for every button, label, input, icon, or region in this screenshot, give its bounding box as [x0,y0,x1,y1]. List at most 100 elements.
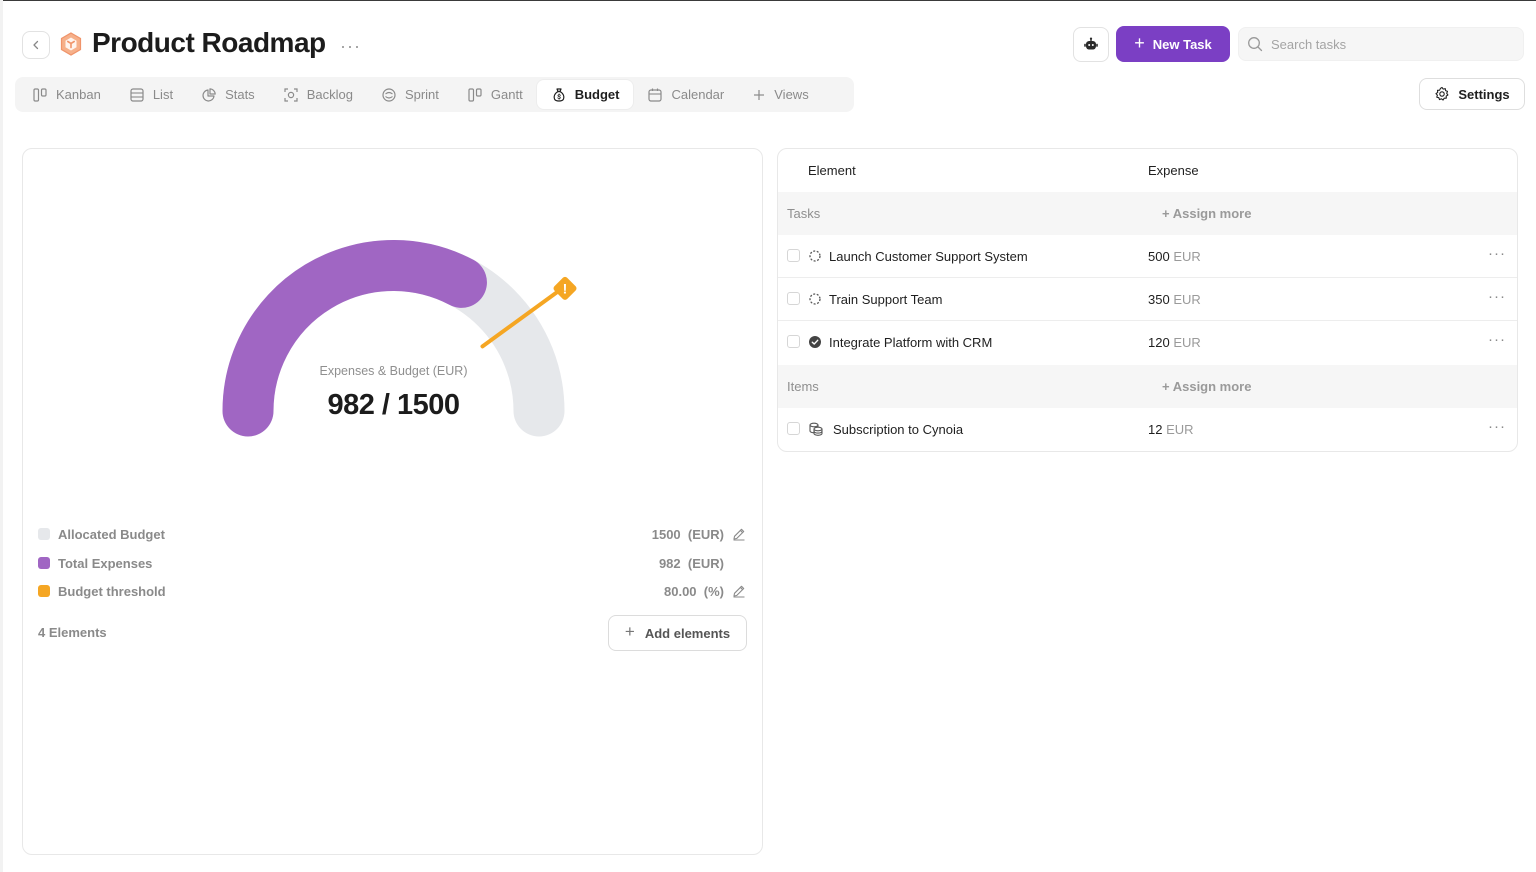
expense-amount: 12 EUR [1148,422,1194,437]
expense-amount: 500 EUR [1148,249,1201,264]
ai-assistant-button[interactable] [1073,27,1109,62]
table-row[interactable]: Launch Customer Support System 500 EUR ·… [778,235,1517,278]
group-row-tasks: Tasks + Assign more [778,192,1517,235]
done-check-icon [809,336,821,348]
settings-button[interactable]: Settings [1419,78,1525,110]
tab-label: List [152,87,174,102]
group-name: Tasks [787,206,821,221]
add-elements-button[interactable]: + Add elements [608,615,747,651]
gauge-label: Expenses & Budget (EUR) [319,364,468,378]
new-task-button[interactable]: + New Task [1116,26,1230,62]
plus-icon: + [624,622,635,641]
legend-value: 80.00 (%) [664,583,724,599]
title-more-options[interactable]: ··· [340,36,361,57]
expense-amount: 120 EUR [1148,335,1201,350]
expense-table: Element Expense Tasks + Assign more Laun… [777,148,1518,452]
row-checkbox[interactable] [787,422,800,435]
settings-label: Settings [1458,86,1510,102]
expense-amount: 350 EUR [1148,292,1201,307]
search-input[interactable] [1271,36,1511,52]
money-bag-icon [553,87,565,102]
pencil-icon [733,585,745,598]
project-logo-icon [60,32,82,56]
threshold-swatch [38,585,50,597]
in-progress-status-icon [809,293,821,305]
window-top-border [0,0,1536,1]
element-name: Train Support Team [829,292,943,307]
tab-label: Views [774,87,809,102]
tab-label: Stats [225,87,255,102]
tab-sprint[interactable]: Sprint [367,80,453,109]
gantt-icon [468,87,482,102]
column-header-element: Element [808,163,856,178]
search-icon [1248,37,1263,52]
tab-backlog[interactable]: Backlog [269,80,367,109]
kanban-icon [33,87,47,102]
row-checkbox[interactable] [787,335,800,348]
edit-allocated-budget[interactable] [724,527,746,541]
tab-budget[interactable]: Budget [536,80,634,109]
backlog-icon [284,87,298,102]
element-name: Subscription to Cynoia [833,422,964,437]
tab-gantt[interactable]: Gantt [453,80,537,109]
view-tabs: Kanban List Stats Backlog Sprint Gantt B… [15,77,854,112]
tab-views[interactable]: Views [738,80,822,109]
element-name: Integrate Platform with CRM [829,335,993,350]
tab-label: Kanban [56,87,101,102]
legend-value: 1500 (EUR) [651,526,724,542]
edit-budget-threshold[interactable] [724,584,746,598]
robot-icon [1084,37,1098,49]
legend-total-expenses: Total Expenses 982 (EUR) [38,553,746,573]
row-checkbox[interactable] [787,249,800,262]
search-box[interactable] [1238,27,1524,61]
coins-icon [809,422,823,436]
tab-stats[interactable]: Stats [187,80,269,109]
page-title: Product Roadmap [92,27,326,58]
calendar-icon [648,88,663,102]
column-header-expense: Expense [1148,163,1199,178]
elements-count: 4 Elements [38,625,107,640]
plus-icon [754,89,765,100]
plus-icon: + [1134,33,1145,53]
expenses-swatch [38,557,50,569]
assign-more-tasks-button[interactable]: + Assign more [1162,206,1251,221]
new-task-label: New Task [1152,36,1212,52]
warning-exclamation: ! [563,280,568,296]
list-icon [130,87,144,102]
in-progress-status-icon [809,250,821,262]
legend-name: Allocated Budget [58,526,165,542]
row-more-options[interactable]: ··· [1488,331,1506,348]
table-row[interactable]: Subscription to Cynoia 12 EUR ··· [778,408,1517,451]
tab-label: Calendar [671,87,725,102]
budget-overview-panel: ! Expenses & Budget (EUR) 982 / 1500 All… [22,148,763,855]
tab-label: Gantt [490,87,523,102]
table-row[interactable]: Train Support Team 350 EUR ··· [778,278,1517,321]
legend-allocated-budget: Allocated Budget 1500 (EUR) [38,524,746,544]
allocated-swatch [38,528,50,540]
tab-label: Budget [574,87,620,102]
group-row-items: Items + Assign more [778,365,1517,408]
back-button[interactable] [22,31,50,59]
assign-more-items-button[interactable]: + Assign more [1162,379,1251,394]
budget-gauge-chart: ! [222,240,577,437]
tab-label: Sprint [404,87,439,102]
add-elements-label: Add elements [644,625,731,641]
table-row[interactable]: Integrate Platform with CRM 120 EUR ··· [778,321,1517,364]
legend-value: 982 (EUR) [658,555,724,571]
row-more-options[interactable]: ··· [1488,418,1506,435]
legend-name: Budget threshold [58,583,166,599]
chevron-left-icon [33,40,39,50]
gear-icon [1435,86,1449,101]
table-header: Element Expense [778,149,1517,192]
element-name: Launch Customer Support System [829,249,1028,264]
tab-calendar[interactable]: Calendar [633,80,738,109]
window-left-edge [0,0,3,872]
row-more-options[interactable]: ··· [1488,288,1506,305]
sprint-icon [382,87,396,102]
budget-gauge: ! Expenses & Budget (EUR) 982 / 1500 [23,149,764,479]
row-more-options[interactable]: ··· [1488,245,1506,262]
tab-list[interactable]: List [115,80,187,109]
row-checkbox[interactable] [787,292,800,305]
tab-kanban[interactable]: Kanban [18,80,115,109]
pencil-icon [733,528,745,541]
